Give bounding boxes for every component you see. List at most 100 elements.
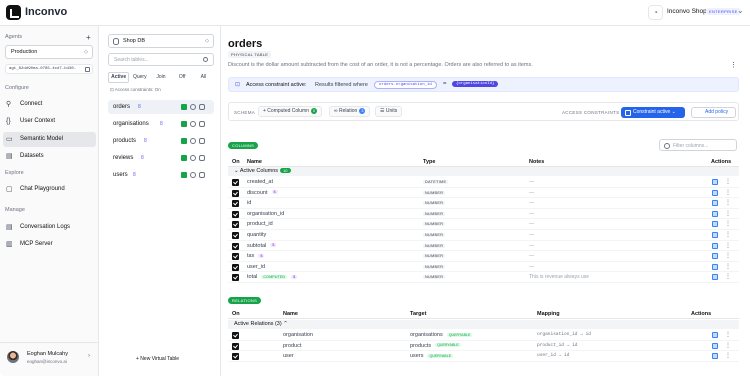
table-item-users[interactable]: users 8 — [108, 168, 214, 182]
bell-icon[interactable]: ◔ — [648, 5, 663, 20]
add-agent-icon[interactable]: + — [86, 33, 91, 42]
more-options-icon[interactable]: ⋮ — [725, 263, 731, 270]
nav-semantic-model[interactable]: ▭ Semantic Model — [3, 132, 96, 147]
top-bar: Inconvo ◔ Inconvo Shop ENTERPRISE ⌄ — [0, 0, 750, 26]
table-description[interactable]: Discount is the dollar amount subtracted… — [228, 62, 533, 68]
relations-section-label: RELATIONS — [228, 297, 262, 304]
edit-icon[interactable] — [712, 242, 718, 249]
column-enabled-checkbox[interactable] — [232, 179, 239, 186]
edit-icon[interactable] — [712, 210, 718, 217]
tab-all[interactable]: All — [193, 72, 214, 83]
relations-table-header: On Name Target Mapping Actions — [228, 309, 739, 319]
edit-icon[interactable] — [712, 253, 718, 260]
more-options-icon[interactable]: ⋮ — [725, 273, 731, 280]
column-name: quantity — [247, 232, 267, 238]
header-actions: Actions — [691, 311, 712, 317]
header-target: Target — [410, 311, 427, 317]
table-status-icons — [181, 138, 205, 144]
tab-join[interactable]: Join — [150, 72, 171, 83]
edit-icon[interactable] — [712, 353, 718, 360]
edit-icon[interactable] — [712, 189, 718, 196]
more-options-icon[interactable]: ⋮ — [725, 331, 731, 338]
relation-enabled-checkbox[interactable] — [232, 332, 239, 339]
environment-select[interactable]: Production ◇ — [5, 45, 93, 59]
chevron-updown-icon[interactable]: ⌄ — [737, 6, 744, 15]
user-menu[interactable]: Eoghan Mulcahy eoghan@inconvo.ai › — [0, 342, 99, 376]
relation-enabled-checkbox[interactable] — [232, 353, 239, 361]
active-relations-group[interactable]: Active Relations (3) ⌃ — [228, 320, 739, 329]
more-options-icon[interactable]: ⋮ — [725, 352, 731, 359]
query-icon — [181, 104, 187, 110]
inconvo-logo-icon — [6, 5, 21, 20]
table-item-reviews[interactable]: reviews 8 — [108, 151, 214, 165]
table-item-orders[interactable]: orders 8 — [108, 100, 214, 114]
tab-query[interactable]: Query — [129, 72, 150, 83]
relation-enabled-checkbox[interactable] — [232, 342, 239, 350]
database-select[interactable]: Shop DB ◇ — [108, 34, 214, 48]
column-type: NUMBER — [423, 233, 446, 237]
more-options-icon[interactable]: ⋮ — [725, 342, 731, 349]
more-options-icon[interactable]: ⋮ — [725, 231, 731, 238]
database-value: Shop DB — [123, 38, 146, 44]
edit-icon[interactable] — [712, 342, 718, 349]
add-policy-button[interactable]: Add policy — [691, 107, 736, 118]
more-options-icon[interactable]: ⋮ — [725, 242, 731, 249]
edit-icon[interactable] — [712, 263, 718, 270]
column-enabled-checkbox[interactable] — [232, 232, 239, 239]
computed-column-button[interactable]: + Computed Column 0 — [258, 106, 322, 117]
column-enabled-checkbox[interactable] — [232, 221, 239, 229]
group-count: 10 — [280, 168, 291, 173]
column-enabled-checkbox[interactable] — [232, 189, 239, 197]
filter-field-chip: orders.organisation_id — [374, 81, 437, 89]
more-options-icon[interactable]: ⋮ — [725, 189, 731, 196]
filter-columns-input[interactable]: Filter columns... — [659, 139, 737, 151]
nav-mcp-server[interactable]: ▥ MCP Server — [3, 237, 96, 252]
constraint-active-button[interactable]: Constraint active ⌄ — [621, 107, 685, 118]
nav-user-context[interactable]: {} User Context — [3, 114, 96, 129]
edit-icon[interactable] — [712, 221, 718, 228]
more-options-icon[interactable]: ⋮ — [725, 210, 731, 217]
column-enabled-checkbox[interactable] — [232, 242, 239, 250]
edit-icon[interactable] — [712, 179, 718, 185]
active-columns-group[interactable]: ⌄ Active Columns 10 — [228, 167, 739, 176]
column-name: organisation_id — [247, 210, 285, 217]
edit-icon[interactable] — [712, 274, 718, 281]
relation-icon — [199, 138, 205, 144]
relation-button[interactable]: ∞ Relation 3 — [329, 106, 371, 117]
column-enabled-checkbox[interactable] — [232, 263, 239, 271]
more-options-icon[interactable]: ⋮ — [725, 199, 731, 206]
unit-badge: $ — [270, 243, 277, 248]
more-options-icon[interactable]: ⋮ — [725, 178, 731, 185]
shop-name[interactable]: Inconvo Shop — [667, 8, 707, 15]
page-title: orders — [228, 38, 263, 50]
edit-icon[interactable] — [712, 332, 718, 338]
tab-off[interactable]: Off — [172, 72, 193, 83]
sidebar: Agents + Production ◇ agt_82dd90ea-0785-… — [0, 26, 99, 376]
more-options-icon[interactable]: ⋮ — [730, 61, 737, 69]
column-type: DATETIME — [423, 180, 449, 184]
column-type: NUMBER — [423, 275, 446, 280]
column-row: created_at DATETIME — ⋮ — [228, 177, 739, 188]
units-button[interactable]: ☰ Units — [375, 106, 403, 117]
column-name: product_id — [247, 221, 273, 228]
edit-icon[interactable] — [712, 200, 718, 207]
table-item-products[interactable]: products 8 — [108, 134, 214, 148]
tab-active[interactable]: Active — [108, 72, 130, 83]
nav-datasets[interactable]: ▤ Datasets — [3, 149, 96, 164]
nav-chat-playground[interactable]: ▢ Chat Playground — [3, 182, 96, 197]
column-enabled-checkbox[interactable] — [232, 200, 239, 208]
search-tables-input[interactable]: Search tables... — [108, 53, 214, 66]
nav-connect[interactable]: ⚲ Connect — [3, 97, 96, 112]
column-enabled-checkbox[interactable] — [232, 274, 239, 282]
column-enabled-checkbox[interactable] — [232, 210, 239, 218]
new-virtual-table-button[interactable]: + New Virtual Table — [136, 356, 179, 362]
unit-badge: $ — [258, 253, 265, 258]
agent-id-field[interactable]: agt_82dd90ea-0785-4cd7-b430- — [5, 64, 93, 74]
table-item-organisations[interactable]: organisations 8 — [108, 117, 214, 131]
more-options-icon[interactable]: ⋮ — [725, 220, 731, 227]
copy-icon[interactable] — [85, 67, 90, 72]
edit-icon[interactable] — [712, 232, 718, 238]
nav-conversation-logs[interactable]: ▤ Conversation Logs — [3, 220, 96, 235]
column-enabled-checkbox[interactable] — [232, 253, 239, 261]
more-options-icon[interactable]: ⋮ — [725, 252, 731, 259]
